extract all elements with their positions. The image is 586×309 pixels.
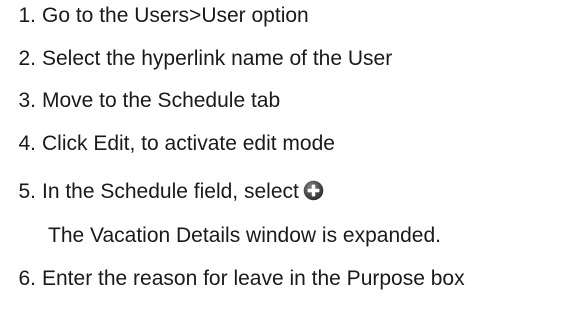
- step-number: 3.: [18, 89, 36, 112]
- step-number: 4.: [18, 132, 36, 155]
- plus-circle-icon: [303, 180, 324, 201]
- step-text: Click Edit, to activate edit mode: [42, 132, 335, 155]
- step-text: In the Schedule field, select: [42, 180, 299, 203]
- step-text: Go to the Users>User option: [42, 4, 309, 27]
- step-1: 1. Go to the Users>User option: [0, 3, 309, 29]
- step-text: Enter the reason for leave in the Purpos…: [42, 267, 465, 290]
- step-text: Move to the Schedule tab: [42, 89, 281, 112]
- step-6: 6. Enter the reason for leave in the Purp…: [0, 266, 465, 292]
- step-3: 3. Move to the Schedule tab: [0, 88, 280, 114]
- step-5-note: The Vacation Details window is expanded.: [48, 224, 442, 247]
- step-number: 1.: [18, 4, 36, 27]
- step-number: 2.: [18, 47, 36, 70]
- step-number: 6.: [18, 267, 36, 290]
- step-text: Select the hyperlink name of the User: [42, 47, 393, 70]
- step-2: 2. Select the hyperlink name of the User: [0, 46, 392, 72]
- step-4: 4. Click Edit, to activate edit mode: [0, 131, 335, 157]
- step-5: 5. In the Schedule field, select: [0, 179, 324, 205]
- instruction-steps: 1. Go to the Users>User option 2. Select t…: [0, 0, 586, 309]
- step-number: 5.: [18, 180, 36, 203]
